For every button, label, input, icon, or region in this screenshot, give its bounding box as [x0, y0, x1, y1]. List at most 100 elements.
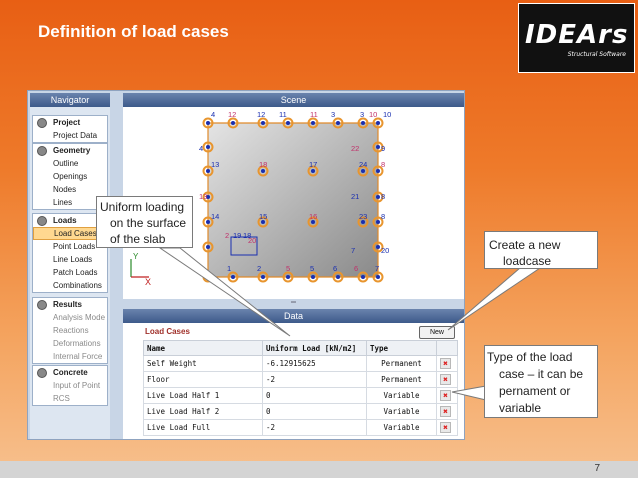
table-row[interactable]: Floor -2 Permanent ✖ [143, 371, 458, 388]
node-point [286, 121, 290, 125]
nav-item[interactable]: Project Data [33, 129, 107, 142]
idea-rs-logo: IDEArs Structural Software [518, 3, 635, 73]
row-name[interactable]: Self Weight [143, 355, 263, 372]
node-point [311, 121, 315, 125]
node-label: 12 [228, 110, 236, 119]
table-row[interactable]: Self Weight -6.12915625 Permanent ✖ [143, 355, 458, 372]
slide-title: Definition of load cases [38, 22, 229, 41]
nav-item[interactable]: Deformations [33, 337, 107, 350]
group-icon [37, 118, 47, 128]
nav-group-title[interactable]: Results [33, 298, 107, 311]
logo-main: IDEA [525, 20, 599, 50]
row-type[interactable]: Variable [366, 403, 437, 420]
nav-group-title[interactable]: Geometry [33, 144, 107, 157]
new-load-case-button[interactable]: New [419, 326, 455, 339]
nav-item[interactable]: Analysis Mode [33, 311, 107, 324]
nav-item[interactable]: Input of Point [33, 379, 107, 392]
nav-item[interactable]: Combinations [33, 279, 107, 292]
node-point [231, 121, 235, 125]
node-label: 8 [381, 212, 385, 221]
node-point [336, 275, 340, 279]
row-load[interactable]: -2 [262, 419, 367, 436]
node-label: 21 [351, 192, 359, 201]
row-load[interactable]: 0 [262, 403, 367, 420]
node-point [376, 195, 380, 199]
delete-icon[interactable]: ✖ [440, 374, 451, 385]
navigator-title: Navigator [30, 93, 110, 107]
row-name[interactable]: Live Load Half 1 [143, 387, 263, 404]
node-point [376, 245, 380, 249]
nav-item[interactable]: Openings [33, 170, 107, 183]
table-row[interactable]: Live Load Half 2 0 Variable ✖ [143, 403, 458, 420]
col-delete [436, 340, 458, 356]
nav-item[interactable]: Nodes [33, 183, 107, 196]
nav-item[interactable]: Patch Loads [33, 266, 107, 279]
node-point [286, 275, 290, 279]
delete-icon[interactable]: ✖ [440, 406, 451, 417]
row-load[interactable]: -2 [262, 371, 367, 388]
callout-type-line2: case – it can be [499, 367, 584, 381]
nav-group-label: Geometry [53, 146, 91, 155]
node-label: 16 [309, 212, 317, 221]
row-type[interactable]: Variable [366, 387, 437, 404]
col-name: Name [143, 340, 263, 356]
delete-icon[interactable]: ✖ [440, 390, 451, 401]
node-point [376, 121, 380, 125]
axis-x-label: X [145, 277, 151, 287]
callout-load-type: Type of the load case – it can be pernam… [484, 345, 598, 418]
node-label: 12 [257, 110, 265, 119]
node-point [261, 121, 265, 125]
delete-icon[interactable]: ✖ [440, 422, 451, 433]
row-delete-cell: ✖ [436, 387, 458, 404]
panel-splitter[interactable]: ═ [123, 299, 464, 306]
nav-group-label: Concrete [53, 368, 88, 377]
node-label: 5 [286, 264, 290, 273]
row-type[interactable]: Permanent [366, 371, 437, 388]
node-label: 3 [331, 110, 335, 119]
node-point [376, 145, 380, 149]
nav-group-title[interactable]: Project [33, 116, 107, 129]
table-row[interactable]: Live Load Full -2 Variable ✖ [143, 419, 458, 436]
slide-footer: 7 [0, 461, 638, 478]
nav-group-label: Results [53, 300, 82, 309]
node-label: 5 [310, 264, 314, 273]
row-name[interactable]: Floor [143, 371, 263, 388]
node-point [311, 169, 315, 173]
data-title: Data [123, 309, 464, 323]
node-point [261, 169, 265, 173]
row-delete-cell: ✖ [436, 371, 458, 388]
group-icon [37, 146, 47, 156]
row-delete-cell: ✖ [436, 355, 458, 372]
node-label: 15 [259, 212, 267, 221]
nav-group-title[interactable]: Concrete [33, 366, 107, 379]
nav-item[interactable]: Outline [33, 157, 107, 170]
nav-item[interactable]: Internal Force [33, 350, 107, 363]
node-point [261, 275, 265, 279]
nav-item[interactable]: RCS [33, 392, 107, 405]
callout-type-line4: variable [499, 401, 542, 415]
row-name[interactable]: Live Load Full [143, 419, 263, 436]
nav-item[interactable]: Line Loads [33, 253, 107, 266]
node-label: 11 [279, 110, 287, 119]
nav-item[interactable]: Reactions [33, 324, 107, 337]
node-point [376, 275, 380, 279]
node-label: 7 [375, 264, 379, 273]
row-type[interactable]: Permanent [366, 355, 437, 372]
callout-new-line1: Create a new [489, 238, 561, 252]
node-label: 8 [381, 192, 385, 201]
node-label: 3 [360, 110, 364, 119]
callout-uniform-loading: Uniform loading on the surface of the sl… [96, 196, 193, 248]
node-label: 19 [233, 231, 241, 240]
row-load[interactable]: -6.12915625 [262, 355, 367, 372]
row-type[interactable]: Variable [366, 419, 437, 436]
node-point [206, 121, 210, 125]
row-name[interactable]: Live Load Half 2 [143, 403, 263, 420]
row-load[interactable]: 0 [262, 387, 367, 404]
table-row[interactable]: Live Load Half 1 0 Variable ✖ [143, 387, 458, 404]
delete-icon[interactable]: ✖ [440, 358, 451, 369]
node-point [376, 169, 380, 173]
node-point [206, 145, 210, 149]
node-label: 17 [309, 160, 317, 169]
logo-rs: rs [598, 20, 629, 50]
callout-type-line1: Type of the load [487, 350, 573, 364]
